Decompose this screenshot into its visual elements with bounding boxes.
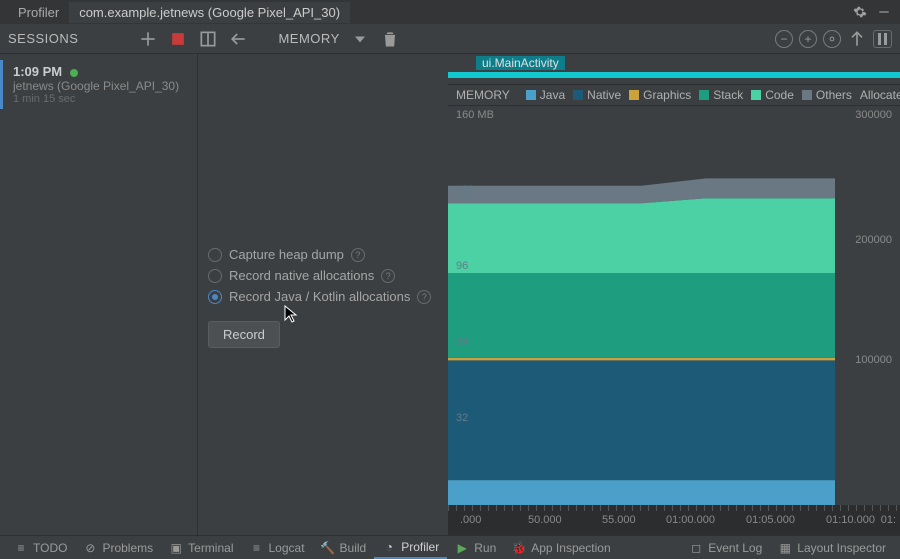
time-tick: 01: [881, 514, 896, 526]
tool-profiler[interactable]: ◔Profiler [374, 536, 447, 559]
zoom-out-icon[interactable]: − [775, 30, 793, 48]
record-button[interactable]: Record [208, 321, 280, 348]
stop-session-icon[interactable] [168, 29, 188, 49]
gear-icon[interactable] [852, 4, 868, 20]
tool-app-inspection[interactable]: 🐞App Inspection [504, 536, 618, 559]
memory-chart-panel[interactable]: ui.MainActivity MEMORY Java Native Graph… [448, 54, 900, 535]
time-tick: .000 [460, 514, 481, 526]
session-live-dot-icon [70, 69, 78, 77]
option-label: Record Java / Kotlin allocations [229, 289, 410, 304]
option-heap-dump[interactable]: Capture heap dump ? [208, 244, 438, 265]
y-right-top: 300000 [855, 109, 892, 121]
legend-graphics: Graphics [643, 88, 691, 102]
tool-todo[interactable]: ≡TODO [6, 536, 75, 559]
y-tick: 96 [456, 260, 468, 272]
time-tick: 01:10.000 [826, 514, 875, 526]
memory-legend: MEMORY Java Native Graphics Stack Code O… [448, 84, 900, 106]
y-tick: 128 [456, 184, 474, 196]
tool-problems[interactable]: ⊘Problems [75, 536, 161, 559]
live-attach-icon[interactable] [847, 29, 867, 49]
tool-layout-inspector[interactable]: ▦Layout Inspector [770, 541, 894, 555]
main-content: 1:09 PM jetnews (Google Pixel_API_30) 1 … [0, 54, 900, 535]
option-java-alloc[interactable]: Record Java / Kotlin allocations ? [208, 286, 438, 307]
add-session-icon[interactable] [138, 29, 158, 49]
mouse-cursor-icon [284, 305, 298, 326]
tool-terminal[interactable]: ▣Terminal [161, 536, 241, 559]
option-native-alloc[interactable]: Record native allocations ? [208, 265, 438, 286]
legend-native: Native [587, 88, 621, 102]
y-tick: 32 [456, 412, 468, 424]
memory-stacked-chart[interactable] [448, 106, 835, 505]
activity-label: ui.MainActivity [476, 56, 565, 70]
zoom-fit-icon[interactable] [823, 30, 841, 48]
y-left-top: 160 MB [456, 109, 494, 121]
tool-logcat[interactable]: ≡Logcat [242, 536, 313, 559]
y-tick: 64 [456, 336, 468, 348]
radio-icon [208, 269, 222, 283]
help-icon[interactable]: ? [417, 290, 431, 304]
minimize-icon[interactable] [876, 4, 892, 20]
back-arrow-icon[interactable] [228, 29, 248, 49]
time-tick: 55.000 [602, 514, 636, 526]
memory-options-panel: Capture heap dump ? Record native alloca… [198, 54, 448, 535]
legend-java: Java [540, 88, 565, 102]
help-icon[interactable]: ? [351, 248, 365, 262]
time-tick: 01:00.000 [666, 514, 715, 526]
memory-dropdown-label[interactable]: MEMORY [278, 31, 339, 46]
time-tick: 01:05.000 [746, 514, 795, 526]
time-axis[interactable]: .000 50.000 55.000 01:00.000 01:05.000 0… [448, 505, 900, 535]
session-time: 1:09 PM [13, 64, 62, 79]
profiler-tab[interactable]: Profiler [8, 2, 69, 23]
option-label: Capture heap dump [229, 247, 344, 262]
legend-allocated: Allocated [860, 88, 900, 102]
dropdown-chevron-icon[interactable] [350, 29, 370, 49]
y-right-mid: 200000 [855, 234, 892, 246]
radio-icon-selected [208, 290, 222, 304]
tool-window-bar: ≡TODO ⊘Problems ▣Terminal ≡Logcat 🔨Build… [0, 535, 900, 559]
window-tab-bar: Profiler com.example.jetnews (Google Pix… [0, 0, 900, 24]
radio-icon [208, 248, 222, 262]
pause-button[interactable] [873, 30, 892, 48]
option-label: Record native allocations [229, 268, 374, 283]
tool-build[interactable]: 🔨Build [313, 536, 375, 559]
profiler-toolbar: SESSIONS MEMORY − + [0, 24, 900, 54]
sessions-panel: 1:09 PM jetnews (Google Pixel_API_30) 1 … [0, 54, 198, 535]
target-tab[interactable]: com.example.jetnews (Google Pixel_API_30… [69, 2, 350, 23]
session-item[interactable]: 1:09 PM jetnews (Google Pixel_API_30) 1 … [0, 60, 197, 109]
legend-stack: Stack [713, 88, 743, 102]
y-right-q: 100000 [855, 354, 892, 366]
legend-code: Code [765, 88, 794, 102]
tool-run[interactable]: ▶Run [447, 536, 504, 559]
session-name: jetnews (Google Pixel_API_30) [13, 79, 187, 93]
trash-icon[interactable] [380, 29, 400, 49]
time-tick: 50.000 [528, 514, 562, 526]
sessions-header: SESSIONS [8, 31, 78, 46]
session-duration: 1 min 15 sec [13, 93, 187, 105]
zoom-in-icon[interactable]: + [799, 30, 817, 48]
legend-others: Others [816, 88, 852, 102]
legend-prefix: MEMORY [456, 88, 510, 102]
tool-event-log[interactable]: ◻Event Log [681, 541, 770, 555]
help-icon[interactable]: ? [381, 269, 395, 283]
activity-timeline-bar [448, 72, 900, 78]
panel-toggle-icon[interactable] [198, 29, 218, 49]
